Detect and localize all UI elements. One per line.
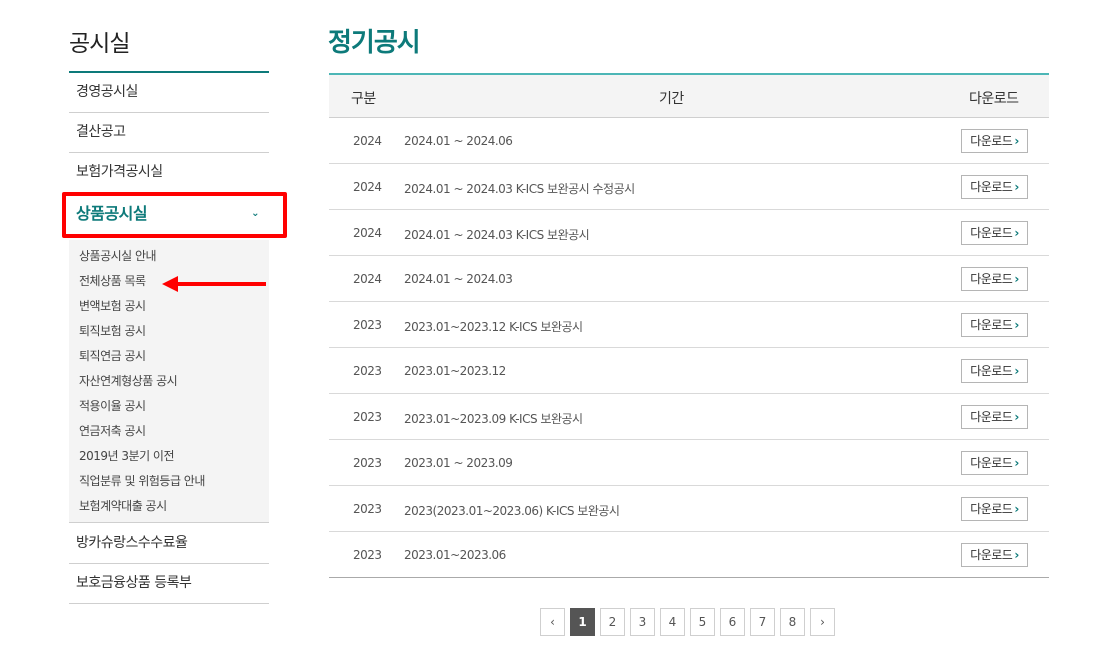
submenu-item[interactable]: 전체상품 목록 [79, 272, 146, 289]
download-button[interactable]: 다운로드 › [961, 221, 1028, 245]
row-period: 2023.01~2023.12 [404, 364, 506, 378]
chevron-down-icon: ⌄ [251, 208, 259, 219]
sidebar-item-label: 상품공시실 [76, 204, 148, 223]
download-button-label: 다운로드 [970, 410, 1013, 424]
column-header-period: 기간 [659, 91, 684, 107]
chevron-right-icon: › [1014, 364, 1019, 378]
sidebar-item-insurance-price[interactable]: 보험가격공시실 [69, 153, 269, 193]
download-button[interactable]: 다운로드 › [961, 359, 1028, 383]
download-button-label: 다운로드 [970, 318, 1013, 332]
submenu-item[interactable]: 연금저축 공시 [79, 422, 146, 439]
submenu-item[interactable]: 퇴직보험 공시 [79, 322, 146, 339]
table-row: 2023 2023(2023.01~2023.06) K-ICS 보완공시 다운로드… [329, 486, 1049, 532]
pagination-page-1[interactable]: 1 [570, 608, 595, 636]
row-year: 2024 [353, 272, 382, 286]
submenu-item[interactable]: 상품공시실 안내 [79, 247, 157, 264]
row-period: 2023.01~2023.06 [404, 548, 506, 562]
table-row: 2023 2023.01~2023.09 K-ICS 보완공시 다운로드 › [329, 394, 1049, 440]
download-button[interactable]: 다운로드 › [961, 313, 1028, 337]
sidebar-item-bancassurance-fee[interactable]: 방카슈랑스수수료율 [69, 524, 269, 564]
table-row: 2024 2024.01 ~ 2024.03 K-ICS 보완공시 다운로드 › [329, 210, 1049, 256]
submenu-item[interactable]: 보험계약대출 공시 [79, 497, 167, 514]
pagination-prev-button[interactable]: ‹ [540, 608, 565, 636]
sidebar-item-settlement-notice[interactable]: 결산공고 [69, 113, 269, 153]
table-row: 2023 2023.01~2023.06 다운로드 › [329, 532, 1049, 578]
submenu-item[interactable]: 자산연계형상품 공시 [79, 372, 178, 389]
table-header: 구분 기간 다운로드 [329, 73, 1049, 118]
table-row: 2024 2024.01 ~ 2024.06 다운로드 › [329, 118, 1049, 164]
row-year: 2023 [353, 548, 382, 562]
download-button[interactable]: 다운로드 › [961, 175, 1028, 199]
submenu-item[interactable]: 변액보험 공시 [79, 297, 146, 314]
pagination-next-button[interactable]: › [810, 608, 835, 636]
row-year: 2023 [353, 502, 382, 516]
download-button-label: 다운로드 [970, 180, 1013, 194]
chevron-right-icon: › [1014, 548, 1019, 562]
column-header-category: 구분 [351, 91, 376, 107]
download-button[interactable]: 다운로드 › [961, 451, 1028, 475]
download-button-label: 다운로드 [970, 364, 1013, 378]
row-period: 2023.01~2023.09 K-ICS 보완공시 [404, 412, 583, 426]
sidebar-item-product-disclosure[interactable]: 상품공시실 ⌄ [69, 195, 269, 235]
pagination-page-6[interactable]: 6 [720, 608, 745, 636]
chevron-right-icon: › [1014, 180, 1019, 194]
chevron-right-icon: › [1014, 410, 1019, 424]
sidebar-item-management-disclosure[interactable]: 경영공시실 [69, 73, 269, 113]
row-period: 2024.01 ~ 2024.03 K-ICS 보완공시 [404, 228, 590, 242]
column-header-download: 다운로드 [969, 91, 1019, 107]
download-button[interactable]: 다운로드 › [961, 497, 1028, 521]
row-year: 2024 [353, 226, 382, 240]
table-row: 2023 2023.01 ~ 2023.09 다운로드 › [329, 440, 1049, 486]
chevron-right-icon: › [1014, 272, 1019, 286]
submenu-item[interactable]: 적용이율 공시 [79, 397, 146, 414]
row-year: 2023 [353, 410, 382, 424]
row-period: 2024.01 ~ 2024.03 [404, 272, 513, 286]
sidebar-item-protected-products[interactable]: 보호금융상품 등록부 [69, 564, 269, 604]
download-button-label: 다운로드 [970, 548, 1013, 562]
page-title: 정기공시 [328, 28, 421, 58]
download-button-label: 다운로드 [970, 502, 1013, 516]
row-period: 2023.01 ~ 2023.09 [404, 456, 513, 470]
submenu: 상품공시실 안내 전체상품 목록 변액보험 공시 퇴직보험 공시 퇴직연금 공시… [69, 240, 269, 523]
row-year: 2024 [353, 180, 382, 194]
download-button[interactable]: 다운로드 › [961, 405, 1028, 429]
pagination-page-4[interactable]: 4 [660, 608, 685, 636]
row-period: 2023(2023.01~2023.06) K-ICS 보완공시 [404, 504, 620, 518]
download-button-label: 다운로드 [970, 456, 1013, 470]
sidebar-title: 공시실 [69, 31, 130, 57]
download-button[interactable]: 다운로드 › [961, 129, 1028, 153]
table-row: 2023 2023.01~2023.12 다운로드 › [329, 348, 1049, 394]
chevron-right-icon: › [1014, 318, 1019, 332]
pagination-page-2[interactable]: 2 [600, 608, 625, 636]
chevron-right-icon: › [1014, 226, 1019, 240]
submenu-item[interactable]: 퇴직연금 공시 [79, 347, 146, 364]
chevron-right-icon: › [1014, 134, 1019, 148]
download-button-label: 다운로드 [970, 134, 1013, 148]
submenu-item[interactable]: 직업분류 및 위험등급 안내 [79, 472, 205, 489]
table-row: 2024 2024.01 ~ 2024.03 다운로드 › [329, 256, 1049, 302]
row-period: 2023.01~2023.12 K-ICS 보완공시 [404, 320, 583, 334]
table-row: 2024 2024.01 ~ 2024.03 K-ICS 보완공시 수정공시 다운로… [329, 164, 1049, 210]
row-period: 2024.01 ~ 2024.06 [404, 134, 513, 148]
download-button[interactable]: 다운로드 › [961, 543, 1028, 567]
download-button-label: 다운로드 [970, 272, 1013, 286]
table-row: 2023 2023.01~2023.12 K-ICS 보완공시 다운로드 › [329, 302, 1049, 348]
download-button[interactable]: 다운로드 › [961, 267, 1028, 291]
row-period: 2024.01 ~ 2024.03 K-ICS 보완공시 수정공시 [404, 182, 635, 196]
row-year: 2024 [353, 134, 382, 148]
submenu-item[interactable]: 2019년 3분기 이전 [79, 447, 175, 464]
download-button-label: 다운로드 [970, 226, 1013, 240]
row-year: 2023 [353, 456, 382, 470]
chevron-right-icon: › [1014, 456, 1019, 470]
pagination-page-3[interactable]: 3 [630, 608, 655, 636]
row-year: 2023 [353, 318, 382, 332]
chevron-right-icon: › [1014, 502, 1019, 516]
pagination-page-8[interactable]: 8 [780, 608, 805, 636]
pagination-page-5[interactable]: 5 [690, 608, 715, 636]
pagination-page-7[interactable]: 7 [750, 608, 775, 636]
row-year: 2023 [353, 364, 382, 378]
